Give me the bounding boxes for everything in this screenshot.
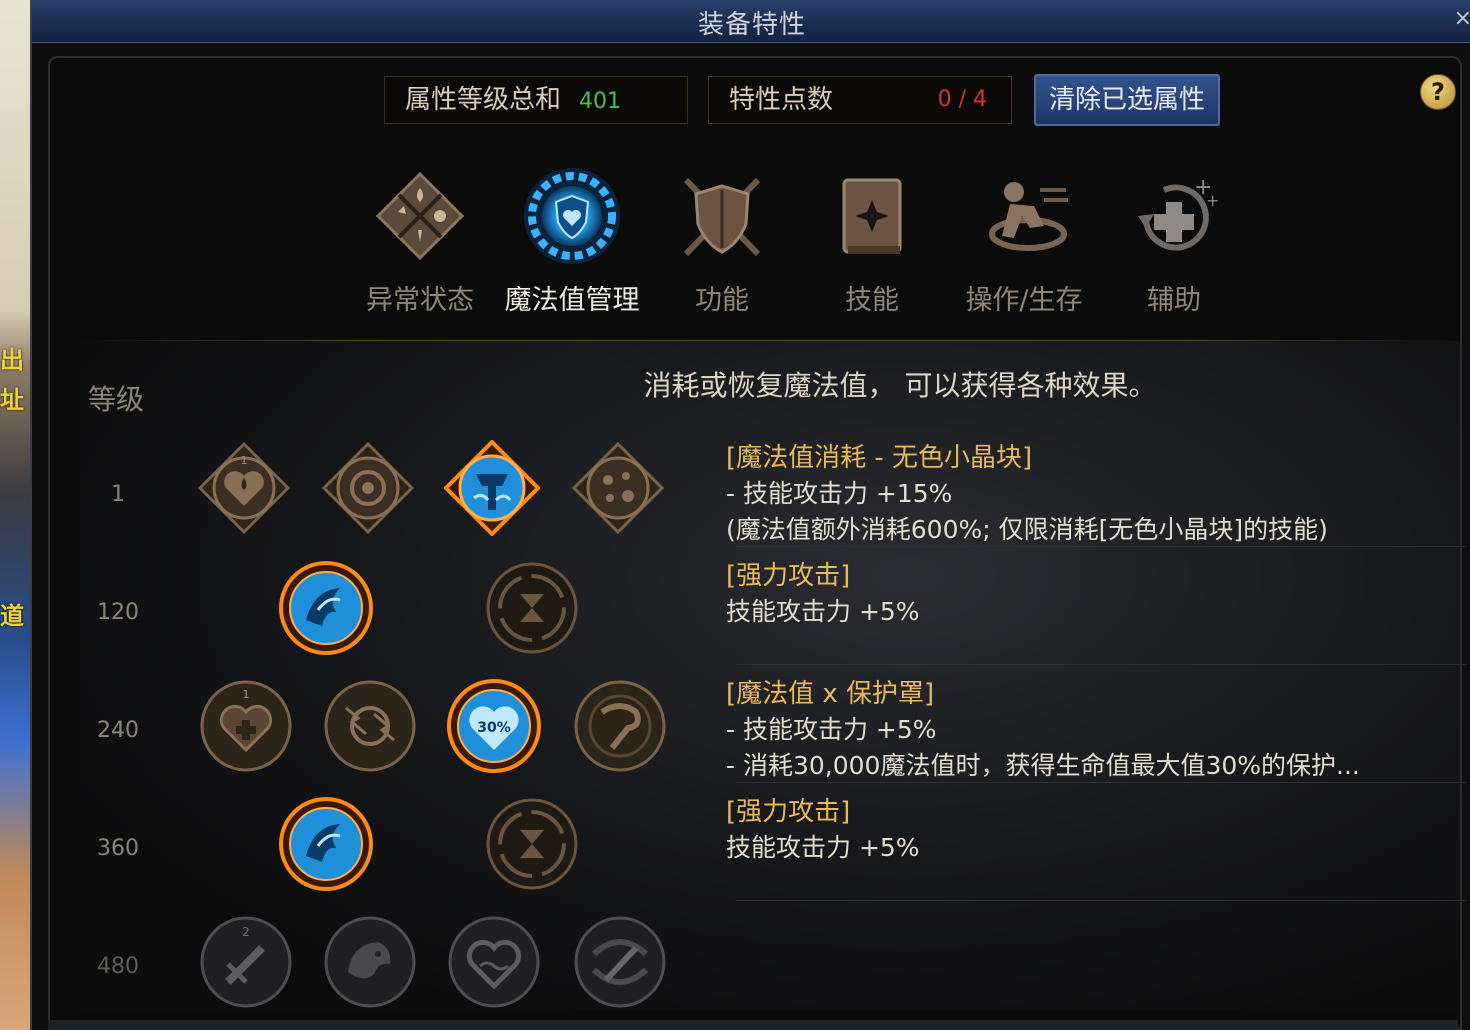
category-description: 消耗或恢复魔法值， 可以获得各种效果。 [643,369,1157,402]
trait-effect-line: - 技能攻击力 +15% [726,479,953,508]
category-support[interactable]: + + 辅助 [1104,158,1244,328]
trait-points-label: 特性点数 [729,85,834,115]
title-bar[interactable]: 装备特性 × [32,0,1470,43]
trait-info-row-2: [强力攻击] 技能攻击力 +5% [726,558,1466,630]
trait-name: [魔法值 x 保护罩] [726,679,935,709]
trait-info-row-3: [魔法值 x 保护罩] - 技能攻击力 +5% - 消耗30,000魔法值时，获… [726,676,1466,784]
trait-effect-line: 技能攻击力 +5% [726,597,920,626]
trait-node-heart-plus[interactable]: 1 [198,678,294,774]
level-column-header: 等级 [88,383,145,416]
category-skill[interactable]: 技能 [802,158,942,328]
level-label: 360 [97,836,139,861]
mana-shield-gear-icon [522,166,622,266]
window-bottom-bar [48,1020,1458,1030]
trait-node-blade-swirl[interactable] [572,914,668,1010]
level-label: 120 [97,600,139,625]
trait-name: [强力攻击] [726,561,851,591]
crossed-shield-icon [672,166,772,266]
trait-name: [强力攻击] [726,797,851,827]
trait-name: [魔法值消耗 - 无色小晶块] [726,443,1033,473]
trait-node-sword-upgrade[interactable]: 2 [198,914,294,1010]
level-label: 480 [97,954,139,979]
level-label: 1 [111,482,125,507]
trait-node-hourglass-cycle[interactable] [484,796,580,892]
attribute-total-value: 401 [579,89,622,114]
trait-node-mana-drop-heart[interactable]: 1 [196,440,292,536]
trait-node-dragon-head[interactable] [322,914,418,1010]
trait-points-value: 0 / 4 [937,87,987,112]
traits-panel: 属性等级总和 401 特性点数 0 / 4 清除已选属性 ? 异常状态 魔法值管… [48,56,1466,1030]
attribute-total-box: 属性等级总和 401 [384,76,688,124]
trait-node-mana-orb[interactable] [320,440,416,536]
category-operation-survival[interactable]: 操作/生存 [954,158,1094,328]
row-separator [736,664,1466,665]
node-badge: 30% [477,720,511,736]
svg-text:+: + [1206,191,1219,210]
trait-effect-line: - 技能攻击力 +5% [726,715,937,744]
row-separator [736,782,1466,783]
trait-node-scattered-crystals[interactable] [570,440,666,536]
help-icon[interactable]: ? [1420,74,1456,110]
clear-selected-attributes-button[interactable]: 清除已选属性 [1034,74,1220,126]
elements-diamond-icon [370,166,470,266]
category-abnormal-status[interactable]: 异常状态 [350,158,490,328]
dash-runner-icon [974,166,1074,266]
equipment-traits-window: 装备特性 × 属性等级总和 401 特性点数 0 / 4 清除已选属性 ? 异常… [30,0,1470,1030]
attribute-total-label: 属性等级总和 [405,85,562,115]
category-mana-management[interactable]: 魔法值管理 [502,158,642,328]
support-cross-icon: + + [1124,166,1224,266]
trait-node-swirl-strike[interactable] [572,678,668,774]
node-badge: 1 [243,688,250,701]
level-label: 240 [97,718,139,743]
trait-info-row-1: [魔法值消耗 - 无色小晶块] - 技能攻击力 +15% (魔法值额外消耗600… [726,440,1466,548]
row-separator [736,546,1466,547]
trait-points-box: 特性点数 0 / 4 [708,76,1012,124]
row-separator [736,900,1466,901]
category-label: 辅助 [1147,285,1201,316]
trait-info-row-4: [强力攻击] 技能攻击力 +5% [726,794,1466,866]
trait-node-heart-shield-selected[interactable]: 30% [446,678,542,774]
category-function[interactable]: 功能 [652,158,792,328]
trait-node-colorless-crystal-selected[interactable] [444,440,540,536]
trait-effect-line: (魔法值额外消耗600%; 仅限消耗[无色小晶块]的技能) [726,515,1328,544]
skill-book-icon [822,166,922,266]
close-button[interactable]: × [1454,6,1470,31]
trait-node-lightning-orb[interactable] [322,678,418,774]
node-badge: 1 [241,454,248,467]
trait-effect-line: - 消耗30,000魔法值时，获得生命值最大值30%的保护... [726,751,1360,780]
trait-node-power-strike-selected[interactable] [278,796,374,892]
trait-node-power-strike-selected[interactable] [278,560,374,656]
window-title: 装备特性 [697,10,806,40]
node-badge: 2 [242,925,250,939]
trait-node-hourglass-cycle[interactable] [484,560,580,656]
trait-effect-line: 技能攻击力 +5% [726,833,920,862]
trait-node-heart-wave[interactable] [446,914,542,1010]
